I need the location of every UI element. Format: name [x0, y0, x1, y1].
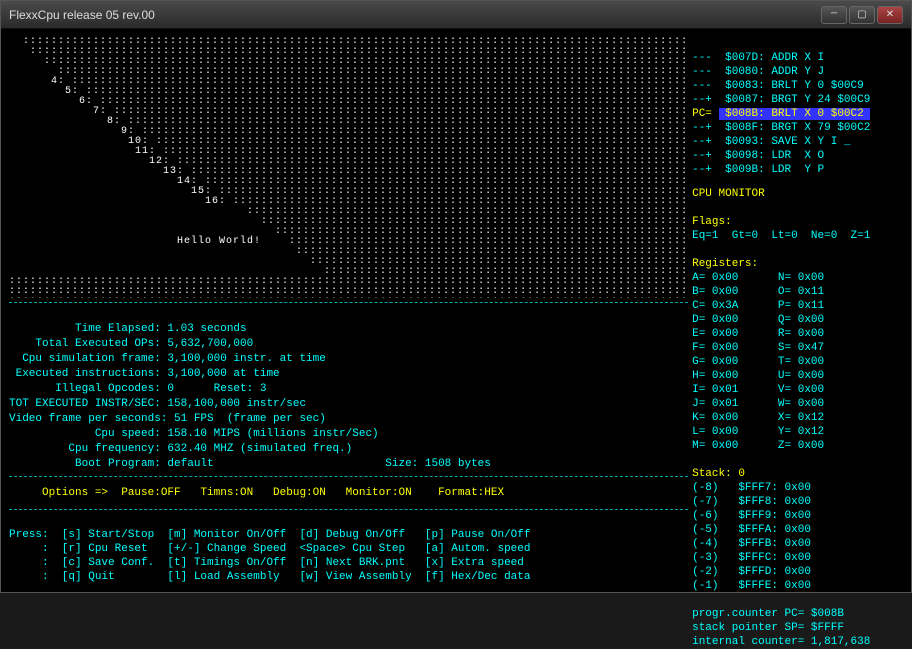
stack-line: (-5) $FFFA: 0x00: [692, 524, 811, 536]
counter-line: internal counter= 1,817,638: [692, 636, 870, 648]
stat-line: Cpu speed: 158.10 MIPS (millions instr/S…: [9, 428, 379, 440]
disassembly-panel: --- $007D: ADDR X I --- $0080: ADDR Y J …: [692, 37, 903, 177]
cpu-monitor: CPU MONITOR Flags: Eq=1 Gt=0 Lt=0 Ne=0 Z…: [692, 187, 903, 649]
reg-line: C= 0x3A P= 0x11: [692, 300, 824, 312]
right-panel: --- $007D: ADDR X I --- $0080: ADDR Y J …: [692, 37, 903, 584]
minimize-button[interactable]: ─: [821, 6, 847, 24]
stat-line: Total Executed OPs: 5,632,700,000: [9, 338, 253, 350]
close-button[interactable]: ✕: [877, 6, 903, 24]
key-help: Press: [s] Start/Stop [m] Monitor On/Off…: [9, 514, 688, 584]
disasm-line: --- $007D: ADDR X I: [692, 52, 824, 64]
disasm-line: --+ $009B: LDR Y P: [692, 164, 824, 176]
monitor-title: CPU MONITOR: [692, 188, 765, 200]
counter-line: stack pointer SP= $FFFF: [692, 622, 844, 634]
options-line: Options => Pause:OFF Timns:ON Debug:ON M…: [9, 487, 688, 499]
reg-line: E= 0x00 R= 0x00: [692, 328, 824, 340]
stat-line: Illegal Opcodes: 0 Reset: 3: [9, 383, 266, 395]
stack-line: (-2) $FFFD: 0x00: [692, 566, 811, 578]
stat-line: Cpu frequency: 632.40 MHZ (simulated fre…: [9, 443, 352, 455]
reg-line: I= 0x01 V= 0x00: [692, 384, 824, 396]
stack-line: (-8) $FFF7: 0x00: [692, 482, 811, 494]
stack-label: Stack: 0: [692, 468, 745, 480]
divider: [9, 302, 688, 303]
reg-line: F= 0x00 S= 0x47: [692, 342, 824, 354]
reg-line: M= 0x00 Z= 0x00: [692, 440, 824, 452]
stat-line: Executed instructions: 3,100,000 at time: [9, 368, 280, 380]
content-area: ::::::::::::::::::::::::::::::::::::::::…: [1, 29, 911, 592]
maximize-button[interactable]: ▢: [849, 6, 875, 24]
stat-line: Time Elapsed: 1.03 seconds: [9, 323, 247, 335]
reg-line: G= 0x00 T= 0x00: [692, 356, 824, 368]
stack-line: (-3) $FFFC: 0x00: [692, 552, 811, 564]
app-window: FlexxCpu release 05 rev.00 ─ ▢ ✕ :::::::…: [0, 0, 912, 593]
reg-line: H= 0x00 U= 0x00: [692, 370, 824, 382]
flags-line: Eq=1 Gt=0 Lt=0 Ne=0 Z=1: [692, 230, 870, 242]
flags-label: Flags:: [692, 216, 732, 228]
key-line: Press: [s] Start/Stop [m] Monitor On/Off…: [9, 529, 531, 541]
key-line: : [r] Cpu Reset [+/-] Change Speed <Spac…: [9, 543, 531, 555]
disasm-line: --+ $0093: SAVE X Y I _: [692, 136, 850, 148]
registers-label: Registers:: [692, 258, 758, 270]
reg-line: L= 0x00 Y= 0x12: [692, 426, 824, 438]
reg-line: J= 0x01 W= 0x00: [692, 398, 824, 410]
video-display: ::::::::::::::::::::::::::::::::::::::::…: [9, 37, 688, 298]
stat-line: Video frame per seconds: 51 FPS (frame p…: [9, 413, 326, 425]
divider: [9, 509, 688, 510]
disasm-line: --+ $008F: BRGT X 79 $00C2: [692, 122, 870, 134]
stack-line: (-7) $FFF8: 0x00: [692, 496, 811, 508]
disasm-line: --- $0083: BRLT Y 0 $00C9: [692, 80, 864, 92]
stack-line: (-4) $FFFB: 0x00: [692, 538, 811, 550]
stats-panel: Time Elapsed: 1.03 seconds Total Execute…: [9, 307, 688, 472]
reg-line: B= 0x00 O= 0x11: [692, 286, 824, 298]
window-controls: ─ ▢ ✕: [821, 6, 903, 24]
disasm-current-line: $008B: BRLT X 0 $00C2: [719, 108, 871, 120]
stack-line: (-1) $FFFE: 0x00: [692, 580, 811, 592]
disasm-line: --+ $0098: LDR X O: [692, 150, 824, 162]
disasm-line: --- $0080: ADDR Y J: [692, 66, 824, 78]
key-line: : [c] Save Conf. [t] Timings On/Off [n] …: [9, 557, 524, 569]
disasm-line: --+ $0087: BRGT Y 24 $00C9: [692, 94, 870, 106]
stat-line: TOT EXECUTED INSTR/SEC: 158,100,000 inst…: [9, 398, 306, 410]
titlebar[interactable]: FlexxCpu release 05 rev.00 ─ ▢ ✕: [1, 1, 911, 29]
reg-line: D= 0x00 Q= 0x00: [692, 314, 824, 326]
reg-line: A= 0x00 N= 0x00: [692, 272, 824, 284]
divider: [9, 476, 688, 477]
left-panel: ::::::::::::::::::::::::::::::::::::::::…: [9, 37, 688, 584]
reg-line: K= 0x00 X= 0x12: [692, 412, 824, 424]
stack-line: (-6) $FFF9: 0x00: [692, 510, 811, 522]
window-title: FlexxCpu release 05 rev.00: [9, 8, 821, 22]
key-line: : [q] Quit [l] Load Assembly [w] View As…: [9, 571, 531, 583]
counter-line: progr.counter PC= $008B: [692, 608, 844, 620]
stat-line: Boot Program: default Size: 1508 bytes: [9, 458, 491, 470]
stat-line: Cpu simulation frame: 3,100,000 instr. a…: [9, 353, 326, 365]
pc-label: PC=: [692, 108, 718, 120]
